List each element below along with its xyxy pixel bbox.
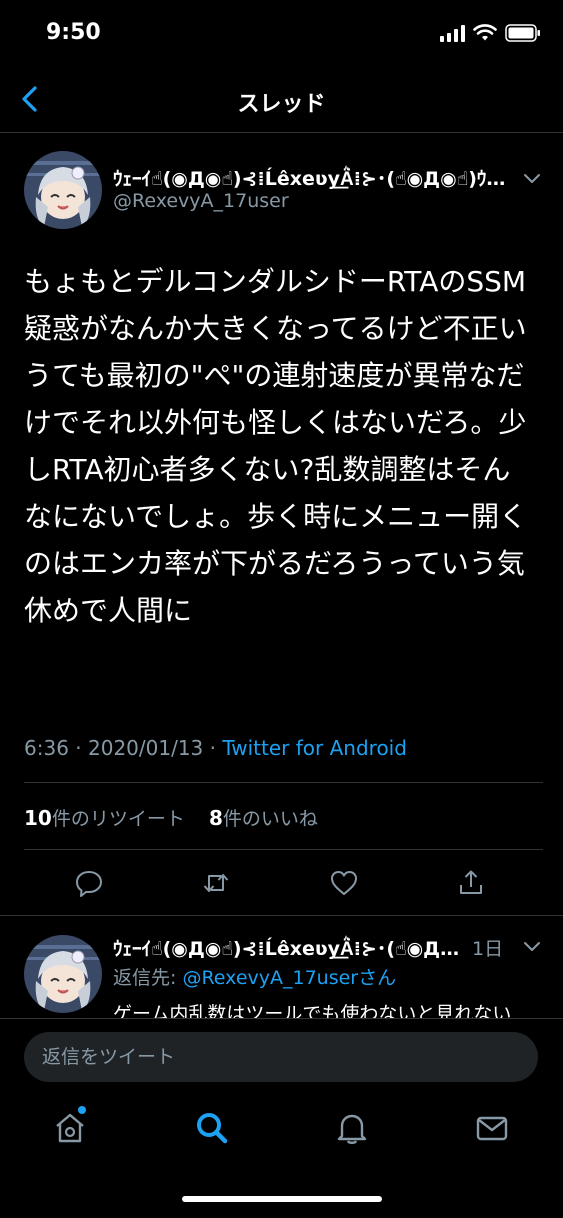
- chevron-down-icon[interactable]: [522, 936, 542, 956]
- avatar[interactable]: [24, 151, 102, 229]
- divider: [24, 782, 543, 783]
- tweet-text: もょもとデルコンダルシドーRTAのSSM疑惑がなんか大きくなってるけど不正いうて…: [24, 265, 528, 627]
- nav-header: スレッド: [0, 70, 563, 133]
- reply-text: ゲーム内乱数はツールでも使わないと見れない: [113, 1003, 512, 1019]
- like-heart-icon[interactable]: [329, 868, 359, 898]
- tab-bar: [0, 1098, 563, 1218]
- tweet-meta: 6:36 · 2020/01/13 · Twitter for Android: [24, 736, 407, 760]
- like-stat[interactable]: 8件のいいね: [209, 806, 318, 830]
- tweet-stats: 10件のリツイート 8件のいいね: [24, 804, 318, 831]
- reply-mention-link[interactable]: @RexevyA_17userさん: [182, 967, 396, 989]
- mail-icon[interactable]: [474, 1110, 510, 1146]
- search-icon[interactable]: [194, 1110, 230, 1146]
- reply-icon[interactable]: [74, 868, 104, 898]
- author-handle[interactable]: @RexevyA_17user: [113, 190, 289, 212]
- author-name[interactable]: ｳｪｰｲ☝(◉Д◉☝)⊰⁞Ĺêxeʋy͟Ä͛⁞⊱･(☝◉Д◉☝)ｳｪｰｲ: [113, 164, 513, 191]
- avatar[interactable]: [24, 935, 102, 1013]
- divider: [24, 849, 543, 850]
- status-icons: [440, 24, 541, 42]
- tweet-source-link[interactable]: Twitter for Android: [222, 736, 407, 760]
- tweet-actions: [0, 858, 563, 908]
- status-time: 9:50: [46, 20, 101, 45]
- wifi-icon: [473, 24, 497, 41]
- page-title: スレッド: [237, 92, 326, 117]
- notification-dot: [78, 1106, 86, 1114]
- retweet-stat[interactable]: 10件のリツイート: [24, 806, 185, 830]
- compose-bar: 返信をツイート: [0, 1018, 563, 1099]
- reply-tweet[interactable]: ｳｪｰｲ☝(◉Д◉☝)⊰⁞Ĺêxeʋy͟Ä͛⁞⊱･(☝◉Д◉☝) 1日 返信先:…: [0, 915, 563, 1019]
- status-bar: 9:50: [0, 0, 563, 70]
- retweet-icon[interactable]: [201, 868, 231, 898]
- home-indicator: [182, 1196, 382, 1202]
- tweet-date: 2020/01/13: [88, 736, 204, 760]
- share-icon[interactable]: [456, 868, 486, 898]
- reply-to-line: 返信先: @RexevyA_17userさん: [113, 967, 397, 989]
- reply-compose-input[interactable]: 返信をツイート: [24, 1032, 538, 1082]
- signal-icon: [440, 24, 465, 42]
- chevron-down-icon[interactable]: [522, 168, 542, 188]
- home-icon[interactable]: [52, 1110, 88, 1146]
- reply-author-name[interactable]: ｳｪｰｲ☝(◉Д◉☝)⊰⁞Ĺêxeʋy͟Ä͛⁞⊱･(☝◉Д◉☝): [113, 934, 465, 961]
- reply-time: 1日: [472, 938, 504, 960]
- battery-icon: [505, 24, 540, 42]
- tweet-time: 6:36: [24, 736, 69, 760]
- bell-icon[interactable]: [334, 1110, 370, 1146]
